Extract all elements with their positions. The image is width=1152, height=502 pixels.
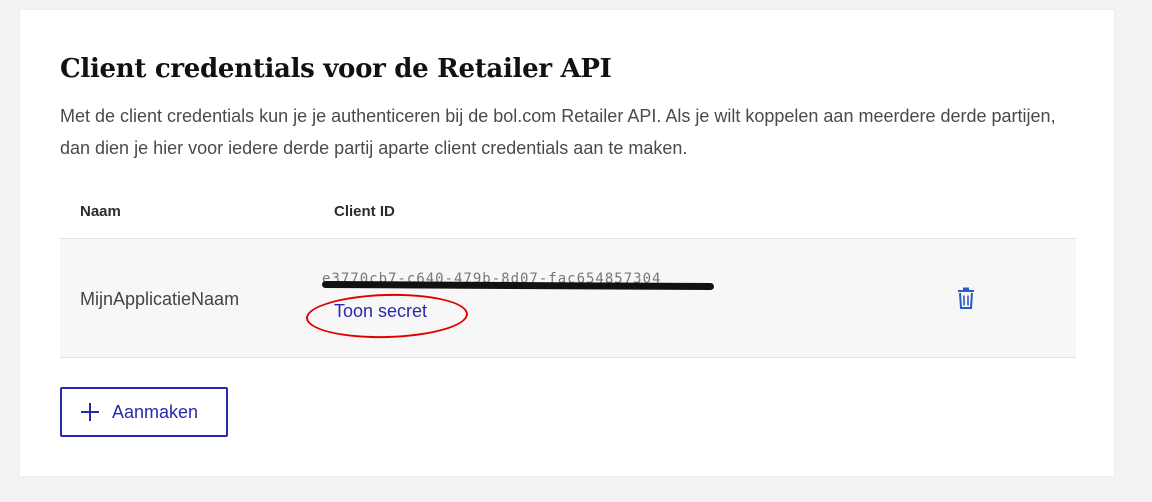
plus-icon: [81, 403, 99, 421]
delete-button[interactable]: [954, 285, 978, 311]
redaction-strike: [321, 280, 715, 291]
description-text: Met de client credentials kun je je auth…: [60, 106, 1056, 158]
page-title: Client credentials voor de Retailer API: [60, 54, 612, 84]
credentials-card: Client credentials voor de Retailer API …: [20, 10, 1114, 476]
table-row: MijnApplicatieNaam e3770cb7-c640-479b-8d…: [60, 238, 1076, 358]
column-header-client-id: Client ID: [334, 203, 395, 220]
application-name: MijnApplicatieNaam: [80, 289, 240, 309]
column-header-name: Naam: [80, 203, 121, 220]
show-secret-link[interactable]: Toon secret: [334, 301, 427, 322]
create-button[interactable]: Aanmaken: [60, 387, 228, 437]
create-button-label: Aanmaken: [112, 401, 199, 422]
trash-icon: [958, 287, 974, 309]
